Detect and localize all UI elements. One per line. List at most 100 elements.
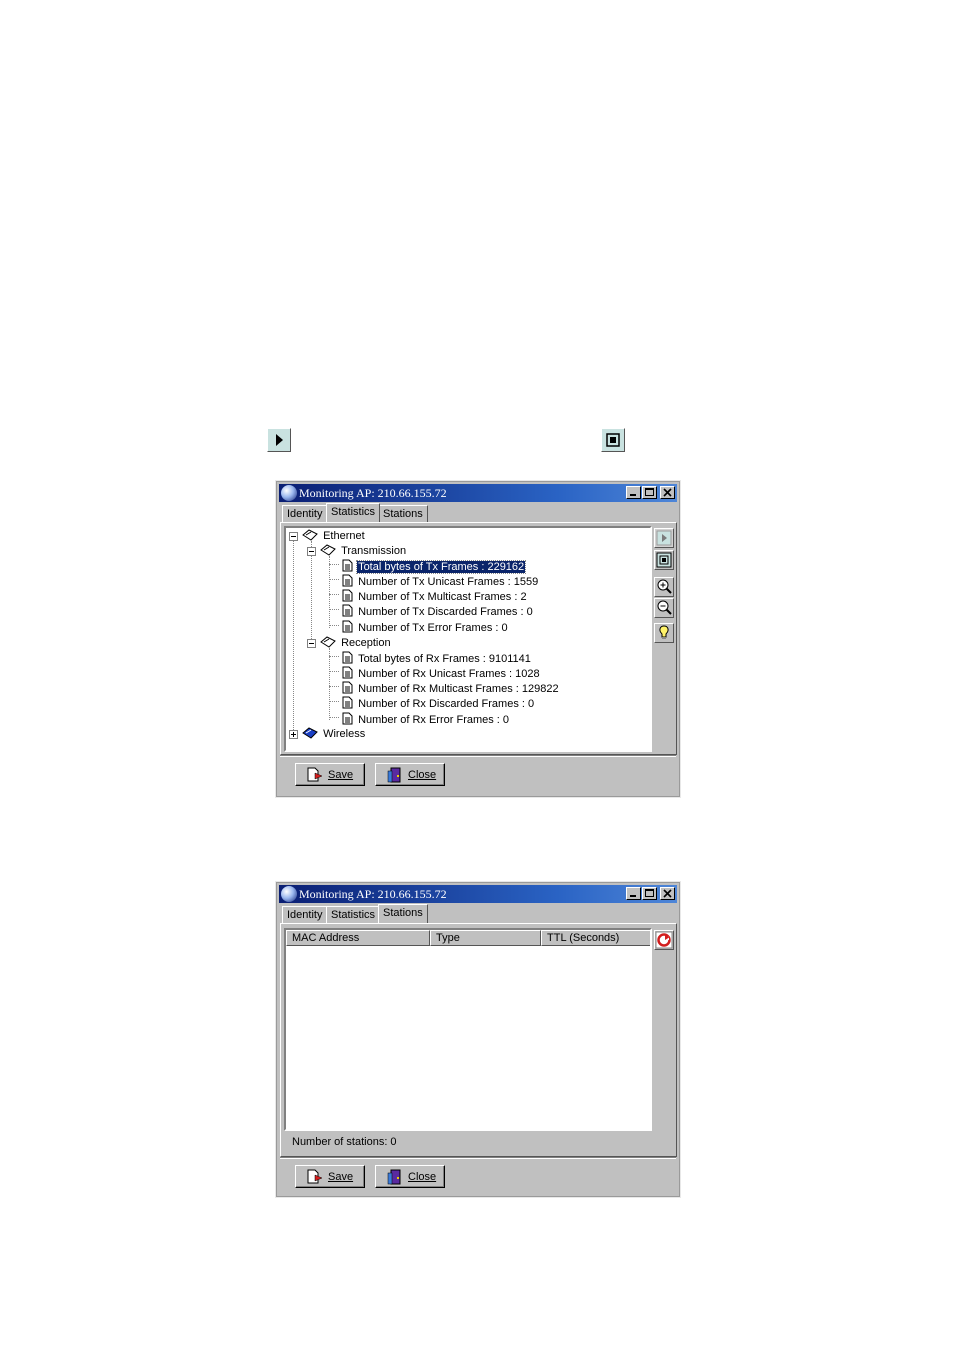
tree-label: Number of Rx Unicast Frames : 1028 (358, 668, 540, 680)
door-exit-icon (387, 767, 401, 783)
refresh-icon (655, 931, 673, 949)
minimize-button[interactable] (626, 887, 641, 900)
save-label: Save (328, 1171, 354, 1183)
separator (280, 1157, 676, 1159)
stop-icon (656, 552, 672, 568)
close-label: Close (408, 1171, 437, 1183)
minimize-button[interactable] (626, 486, 641, 499)
stop-icon (601, 428, 625, 452)
lightbulb-icon (659, 625, 669, 639)
column-header-ttl[interactable]: TTL (Seconds) (541, 930, 650, 946)
tree-label: Total bytes of Tx Frames : 229162 (356, 560, 527, 574)
maximize-button[interactable] (642, 486, 657, 499)
tree-item-tx-total-bytes[interactable]: Total bytes of Tx Frames : 229162 (341, 559, 527, 574)
door-exit-icon (387, 1169, 401, 1185)
tree-item-tx-unicast[interactable]: Number of Tx Unicast Frames : 1559 (341, 574, 539, 589)
tree-item-rx-multicast[interactable]: Number of Rx Multicast Frames : 129822 (341, 681, 560, 696)
tree-label: Wireless (323, 728, 366, 740)
tab-statistics[interactable]: Statistics (326, 503, 381, 522)
window-title: Monitoring AP: 210.66.155.72 (299, 887, 447, 901)
tree-item-rx-discarded[interactable]: Number of Rx Discarded Frames : 0 (341, 696, 535, 711)
reception-collapse-toggle[interactable] (307, 639, 316, 648)
tree-item-rx-total-bytes[interactable]: Total bytes of Rx Frames : 9101141 (341, 651, 532, 666)
document-icon (342, 620, 353, 633)
document-icon (342, 589, 353, 602)
document-icon (342, 681, 353, 694)
stations-window: Monitoring AP: 210.66.155.72 Identity St… (275, 881, 681, 1198)
tree-item-tx-error[interactable]: Number of Tx Error Frames : 0 (341, 620, 509, 635)
tree-label: Number of Rx Multicast Frames : 129822 (358, 683, 559, 695)
folder-open-icon (320, 636, 336, 648)
close-label: Close (408, 769, 437, 781)
tree-node-ethernet[interactable]: Ethernet (301, 529, 366, 544)
column-header-type[interactable]: Type (430, 930, 541, 946)
play-button[interactable] (654, 528, 674, 548)
app-icon (281, 886, 297, 902)
folder-open-icon (302, 529, 318, 541)
tab-stations[interactable]: Stations (378, 904, 428, 923)
stations-list[interactable]: MAC Address Type TTL (Seconds) (284, 928, 652, 1131)
tab-identity[interactable]: Identity (282, 505, 328, 522)
tab-stations[interactable]: Stations (378, 505, 428, 522)
document-icon (342, 559, 353, 572)
document-icon (342, 712, 353, 725)
tree-label: Number of Tx Discarded Frames : 0 (358, 606, 533, 618)
tab-identity[interactable]: Identity (282, 906, 328, 923)
document-icon (342, 574, 353, 587)
statistics-window: Monitoring AP: 210.66.155.72 Identity St… (275, 480, 681, 798)
tree-item-rx-unicast[interactable]: Number of Rx Unicast Frames : 1028 (341, 666, 541, 681)
tree-node-reception[interactable]: Reception (319, 636, 392, 651)
hint-button[interactable] (654, 623, 674, 643)
tree-item-rx-error[interactable]: Number of Rx Error Frames : 0 (341, 712, 510, 727)
document-icon (342, 604, 353, 617)
separator (280, 755, 676, 757)
zoom-in-icon (657, 579, 672, 594)
play-icon (656, 530, 672, 546)
statistics-tree[interactable]: Ethernet Transmission Total bytes of Tx … (284, 526, 652, 752)
station-count: Number of stations: 0 (292, 1136, 397, 1148)
tree-label: Ethernet (323, 530, 365, 542)
tree-label: Number of Rx Error Frames : 0 (358, 714, 510, 726)
close-button[interactable]: Close (375, 1165, 445, 1188)
play-icon (267, 428, 291, 452)
tree-node-transmission[interactable]: Transmission (319, 544, 407, 559)
document-icon (342, 696, 353, 709)
folder-closed-icon (302, 727, 318, 739)
refresh-button[interactable] (654, 930, 674, 950)
app-icon (281, 485, 297, 501)
zoom-in-button[interactable] (654, 577, 674, 597)
tree-label: Number of Rx Discarded Frames : 0 (358, 698, 535, 710)
save-icon (307, 767, 323, 782)
close-window-button[interactable] (660, 887, 675, 900)
save-button[interactable]: Save (295, 763, 365, 786)
save-button[interactable]: Save (295, 1165, 365, 1188)
wireless-expand-toggle[interactable] (289, 730, 298, 739)
zoom-out-button[interactable] (654, 598, 674, 618)
tree-item-tx-discarded[interactable]: Number of Tx Discarded Frames : 0 (341, 604, 534, 619)
maximize-button[interactable] (642, 887, 657, 900)
stop-button[interactable] (654, 550, 674, 570)
document-icon (342, 666, 353, 679)
column-header-mac[interactable]: MAC Address (286, 930, 430, 946)
transmission-collapse-toggle[interactable] (307, 547, 316, 556)
tab-statistics[interactable]: Statistics (326, 906, 381, 923)
window-title: Monitoring AP: 210.66.155.72 (299, 486, 447, 500)
ethernet-collapse-toggle[interactable] (289, 532, 298, 541)
title-bar[interactable]: Monitoring AP: 210.66.155.72 (279, 885, 677, 903)
tree-label: Number of Tx Error Frames : 0 (358, 622, 508, 634)
tree-label: Total bytes of Rx Frames : 9101141 (358, 653, 531, 665)
close-button[interactable]: Close (375, 763, 445, 786)
tree-label: Reception (341, 637, 391, 649)
save-icon (307, 1169, 323, 1184)
save-label: Save (328, 769, 354, 781)
tree-label: Number of Tx Multicast Frames : 2 (358, 591, 527, 603)
title-bar[interactable]: Monitoring AP: 210.66.155.72 (279, 484, 677, 502)
tree-label: Transmission (341, 545, 407, 557)
close-window-button[interactable] (660, 486, 675, 499)
tree-label: Number of Tx Unicast Frames : 1559 (358, 576, 539, 588)
document-icon (342, 651, 353, 664)
tree-item-tx-multicast[interactable]: Number of Tx Multicast Frames : 2 (341, 589, 528, 604)
zoom-out-icon (657, 600, 672, 615)
folder-open-icon (320, 544, 336, 556)
tree-node-wireless[interactable]: Wireless (301, 727, 366, 742)
